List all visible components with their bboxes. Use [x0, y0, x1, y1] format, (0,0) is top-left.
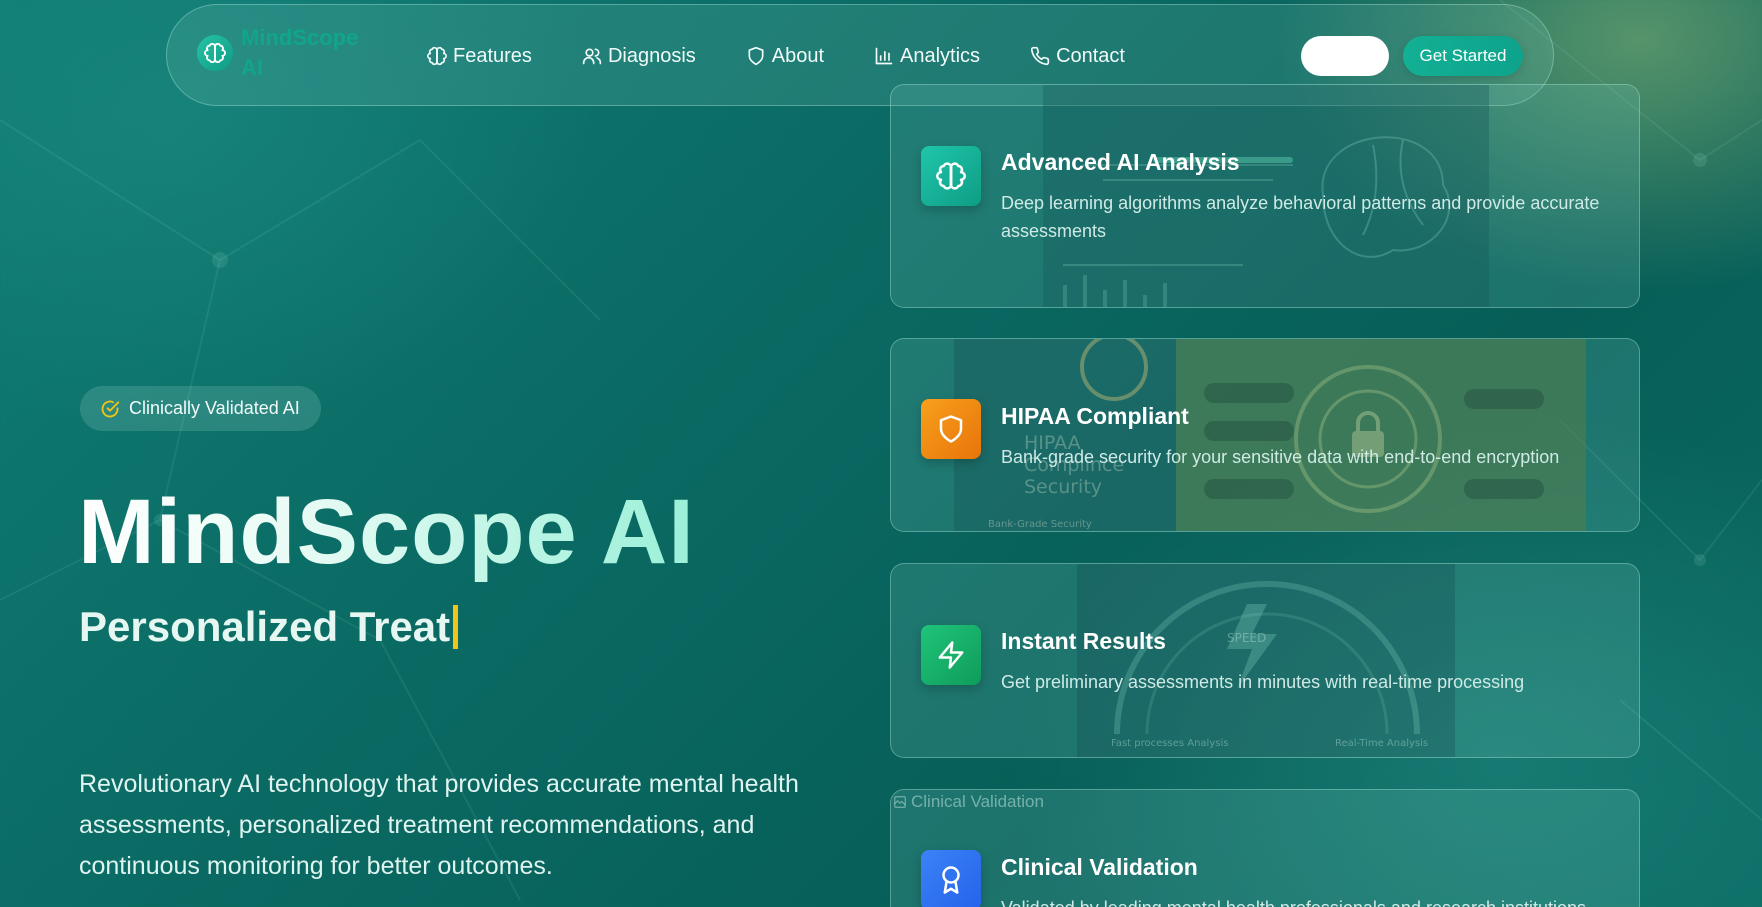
feature-icon-box — [921, 146, 981, 206]
feature-icon-box — [921, 399, 981, 459]
brain-logo-icon — [197, 35, 233, 71]
feature-title: Advanced AI Analysis — [1001, 149, 1240, 175]
art-caption: Bank-Grade Security — [988, 519, 1092, 530]
lightning-icon — [938, 641, 964, 669]
shield-icon — [939, 415, 963, 443]
clinically-validated-badge: Clinically Validated AI — [80, 386, 321, 431]
hero-description: Revolutionary AI technology that provide… — [79, 770, 799, 880]
speedometer-art: SPEED Fast processes Analysis Real-Time … — [1077, 564, 1455, 757]
feature-description: Bank-grade security for your sensitive d… — [1001, 447, 1560, 467]
nav-link-label: Contact — [1056, 44, 1125, 67]
feature-description: Deep learning algorithms analyze behavio… — [1001, 193, 1600, 241]
hero-title: MindScope AI — [78, 481, 695, 583]
feature-title: Instant Results — [1001, 628, 1166, 654]
phone-icon — [1030, 46, 1050, 66]
art-overlay-speed: SPEED — [1227, 631, 1266, 645]
art-caption-left: Fast processes Analysis — [1111, 738, 1228, 749]
check-circle-icon — [101, 400, 120, 417]
shield-icon — [748, 46, 764, 66]
art-caption-right: Real-Time Analysis — [1335, 738, 1428, 749]
feature-title: HIPAA Compliant — [1001, 403, 1189, 429]
feature-icon-box — [921, 850, 981, 907]
nav-link-label: Features — [453, 44, 532, 67]
broken-image-icon — [894, 796, 906, 808]
nav-link-analytics[interactable]: Analytics — [874, 45, 980, 68]
brain-icon — [427, 46, 447, 66]
brain-icon — [936, 162, 966, 190]
nav-link-contact[interactable]: Contact — [1030, 45, 1125, 68]
nav-link-label: Analytics — [900, 44, 981, 67]
feature-title: Clinical Validation — [1001, 854, 1198, 880]
image-alt-text: Clinical Validation — [911, 792, 1044, 811]
nav-link-label: About — [771, 44, 825, 67]
nav-link-diagnosis[interactable]: Diagnosis — [582, 45, 696, 68]
nav-link-label: Diagnosis — [607, 44, 696, 67]
brand[interactable]: MindScope AI — [197, 23, 371, 83]
feature-card-ai-analysis[interactable]: Advanced AI Analysis Deep learning algor… — [890, 84, 1640, 308]
users-icon — [582, 48, 602, 65]
nav-link-features[interactable]: Features — [427, 45, 532, 68]
nav-link-about[interactable]: About — [746, 45, 824, 68]
feature-card-hipaa[interactable]: HIPAA Complince Security Bank-Grade Securi… — [890, 338, 1640, 532]
bar-chart-icon — [875, 47, 893, 65]
feature-icon-box — [921, 625, 981, 685]
brand-name: MindScope AI — [241, 25, 359, 80]
nav-empty-button[interactable] — [1301, 36, 1389, 76]
get-started-button[interactable]: Get Started — [1403, 36, 1523, 76]
feature-description: Validated by leading mental health profe… — [1001, 894, 1611, 907]
broken-image-alt: Clinical Validation — [893, 792, 1044, 812]
security-lock-art: HIPAA Complince Security Bank-Grade Securi… — [954, 339, 1586, 531]
typing-text: Personalized Treat — [79, 603, 451, 650]
award-icon — [942, 866, 960, 894]
typing-cursor — [453, 605, 459, 649]
feature-description: Get preliminary assessments in minutes w… — [1001, 672, 1525, 692]
badge-label: Clinically Validated AI — [129, 398, 300, 418]
hero-subtitle: Personalized Treat — [79, 603, 459, 651]
feature-card-instant-results[interactable]: SPEED Fast processes Analysis Real-Time … — [890, 563, 1640, 758]
feature-card-clinical-validation[interactable]: Clinical Validation Clinical Validation … — [890, 789, 1640, 907]
